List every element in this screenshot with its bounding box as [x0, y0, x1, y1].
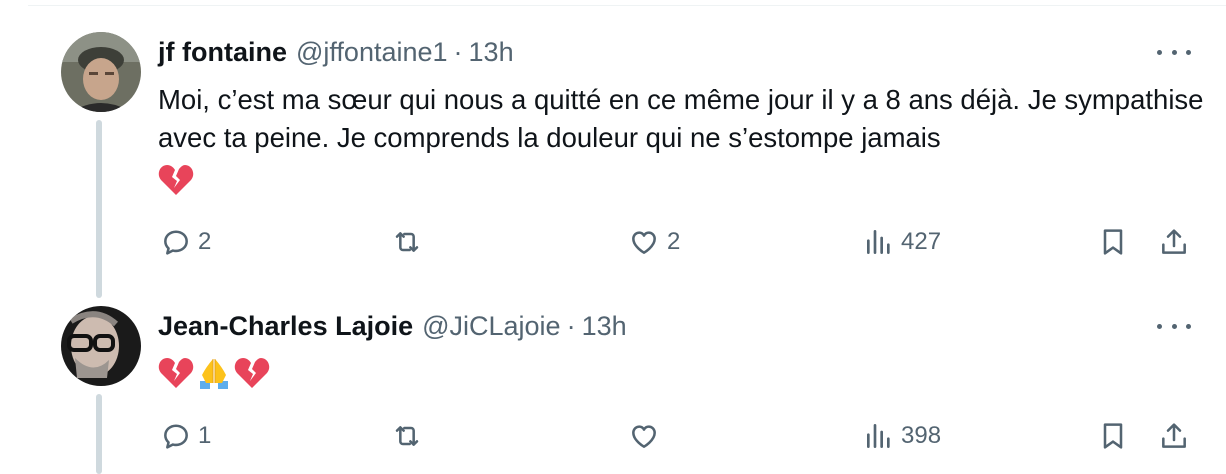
tweet-actions: 2 2 427 [0, 222, 1226, 262]
views-count: 398 [901, 422, 942, 449]
retweet-button[interactable] [390, 222, 430, 262]
separator-dot: · [453, 36, 463, 67]
share-button[interactable] [1158, 416, 1190, 456]
reply-count: 1 [198, 422, 212, 449]
folded-hands-icon [200, 359, 228, 389]
timestamp[interactable]: 13h [582, 311, 627, 342]
broken-heart-icon [234, 358, 270, 388]
views-count: 427 [901, 228, 942, 255]
timestamp[interactable]: 13h [469, 37, 514, 68]
retweet-button[interactable] [390, 416, 430, 456]
tweet-header: jf fontaine @jffontaine1 · 13h [158, 32, 514, 72]
author-name[interactable]: jf fontaine [158, 37, 287, 68]
avatar-jf-fontaine[interactable] [61, 32, 141, 112]
views-icon [867, 424, 890, 448]
reply-icon [164, 424, 188, 449]
share-icon [1162, 423, 1186, 448]
heart-icon [632, 425, 656, 448]
views-button[interactable]: 398 [863, 416, 941, 456]
more-icon[interactable] [1157, 316, 1191, 336]
like-count: 2 [667, 228, 681, 255]
separator-dot: · [566, 310, 576, 341]
avatar-jean-charles-lajoie[interactable] [61, 306, 141, 386]
heart-icon [632, 231, 656, 254]
reply-button[interactable]: 2 [160, 222, 211, 262]
retweet-icon [395, 426, 419, 446]
reply-count: 2 [198, 228, 212, 255]
thread-line [96, 120, 102, 298]
tweet-text [158, 354, 1208, 392]
tweet-header: Jean-Charles Lajoie @JiCLajoie · 13h [158, 306, 627, 346]
share-button[interactable] [1158, 222, 1190, 262]
like-button[interactable]: 2 [627, 222, 680, 262]
author-name[interactable]: Jean-Charles Lajoie [158, 311, 413, 342]
more-icon[interactable] [1157, 42, 1191, 62]
bookmark-icon [1103, 229, 1123, 255]
broken-heart-icon [158, 164, 194, 195]
bookmark-button[interactable] [1097, 416, 1129, 456]
retweet-icon [395, 232, 419, 252]
broken-heart-icon [158, 358, 194, 388]
tweet-body: Moi, c’est ma sœur qui nous a quitté en … [158, 84, 1204, 153]
like-button[interactable] [627, 416, 667, 456]
bookmark-icon [1103, 423, 1123, 449]
author-handle[interactable]: @JiCLajoie [422, 311, 560, 342]
tweet-actions: 1 398 [0, 416, 1226, 456]
share-icon [1162, 229, 1186, 254]
views-button[interactable]: 427 [863, 222, 941, 262]
tweet-text: Moi, c’est ma sœur qui nous a quitté en … [158, 81, 1208, 197]
tweet-2[interactable]: Jean-Charles Lajoie @JiCLajoie · 13h 1 3… [0, 300, 1226, 474]
reply-button[interactable]: 1 [160, 416, 211, 456]
tweet-1[interactable]: jf fontaine @jffontaine1 · 13h Moi, c’es… [0, 0, 1226, 300]
author-handle[interactable]: @jffontaine1 [296, 37, 448, 68]
views-icon [867, 230, 890, 254]
bookmark-button[interactable] [1097, 222, 1129, 262]
reply-icon [164, 230, 188, 255]
